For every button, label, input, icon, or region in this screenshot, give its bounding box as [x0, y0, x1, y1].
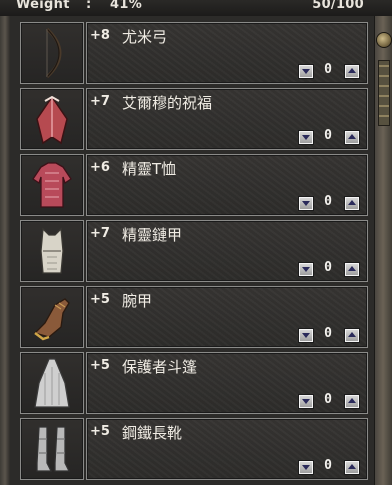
item-row[interactable]: +7 精靈鏈甲 0 [14, 220, 370, 282]
item-capacity: 50/100 [312, 0, 364, 12]
item-name: 尤米弓 [122, 28, 168, 46]
bracer-icon [33, 298, 70, 341]
enchant-level: +7 [90, 226, 110, 241]
quantity-value: 0 [324, 194, 332, 209]
item-info: +6 精靈T恤 0 [86, 154, 368, 216]
item-row[interactable]: +5 保護者斗篷 0 [14, 352, 370, 414]
increase-button[interactable] [344, 460, 360, 475]
item-name: 艾爾穆的祝福 [122, 94, 213, 112]
decrease-button[interactable] [298, 130, 314, 145]
item-icon-slot[interactable] [20, 220, 84, 282]
weight-separator: : [86, 0, 92, 12]
item-info: +5 腕甲 0 [86, 286, 368, 348]
item-info: +8 尤米弓 0 [86, 22, 368, 84]
increase-button[interactable] [344, 64, 360, 79]
weight-percent: 41% [110, 0, 143, 12]
quantity-value: 0 [324, 260, 332, 275]
enchant-level: +5 [90, 292, 110, 307]
enchant-level: +5 [90, 424, 110, 439]
item-icon-slot[interactable] [20, 286, 84, 348]
enchant-level: +6 [90, 160, 110, 175]
quantity-value: 0 [324, 392, 332, 407]
inventory-header: Weight : 41% 50/100 [0, 0, 392, 17]
quantity-value: 0 [324, 128, 332, 143]
item-info: +5 鋼鐵長靴 0 [86, 418, 368, 480]
increase-button[interactable] [344, 196, 360, 211]
decrease-button[interactable] [298, 196, 314, 211]
item-icon-slot[interactable] [20, 418, 84, 480]
item-row[interactable]: +8 尤米弓 0 [14, 22, 370, 84]
quantity-value: 0 [324, 326, 332, 341]
item-name: 保護者斗篷 [122, 358, 198, 376]
item-icon-slot[interactable] [20, 22, 84, 84]
item-row[interactable]: +5 腕甲 0 [14, 286, 370, 348]
decrease-button[interactable] [298, 460, 314, 475]
boots-icon [36, 426, 71, 472]
tshirt-icon [32, 162, 72, 208]
quantity-value: 0 [324, 458, 332, 473]
quantity-value: 0 [324, 62, 332, 77]
increase-button[interactable] [344, 394, 360, 409]
bow-icon [45, 27, 62, 79]
increase-button[interactable] [344, 262, 360, 277]
item-info: +7 精靈鏈甲 0 [86, 220, 368, 282]
item-row[interactable]: +7 艾爾穆的祝福 0 [14, 88, 370, 150]
item-row[interactable]: +6 精靈T恤 0 [14, 154, 370, 216]
decrease-button[interactable] [298, 262, 314, 277]
item-row[interactable]: +5 鋼鐵長靴 0 [14, 418, 370, 480]
decrease-button[interactable] [298, 394, 314, 409]
item-name: 鋼鐵長靴 [122, 424, 183, 442]
scroll-up-knob[interactable] [376, 32, 392, 48]
item-name: 精靈T恤 [122, 160, 177, 178]
protector-cloak-icon [34, 358, 70, 408]
enchant-level: +7 [90, 94, 110, 109]
enchant-level: +8 [90, 28, 110, 43]
increase-button[interactable] [344, 130, 360, 145]
chainmail-icon [40, 227, 64, 274]
left-frame [0, 16, 10, 485]
item-name: 腕甲 [122, 292, 153, 310]
item-icon-slot[interactable] [20, 154, 84, 216]
item-info: +5 保護者斗篷 0 [86, 352, 368, 414]
decrease-button[interactable] [298, 328, 314, 343]
weight-label: Weight [16, 0, 70, 12]
item-name: 精靈鏈甲 [122, 226, 183, 244]
enchant-level: +5 [90, 358, 110, 373]
scrollbar-thumb[interactable] [378, 60, 390, 126]
decrease-button[interactable] [298, 64, 314, 79]
increase-button[interactable] [344, 328, 360, 343]
item-icon-slot[interactable] [20, 88, 84, 150]
item-icon-slot[interactable] [20, 352, 84, 414]
cloak-icon [36, 95, 68, 145]
item-info: +7 艾爾穆的祝福 0 [86, 88, 368, 150]
